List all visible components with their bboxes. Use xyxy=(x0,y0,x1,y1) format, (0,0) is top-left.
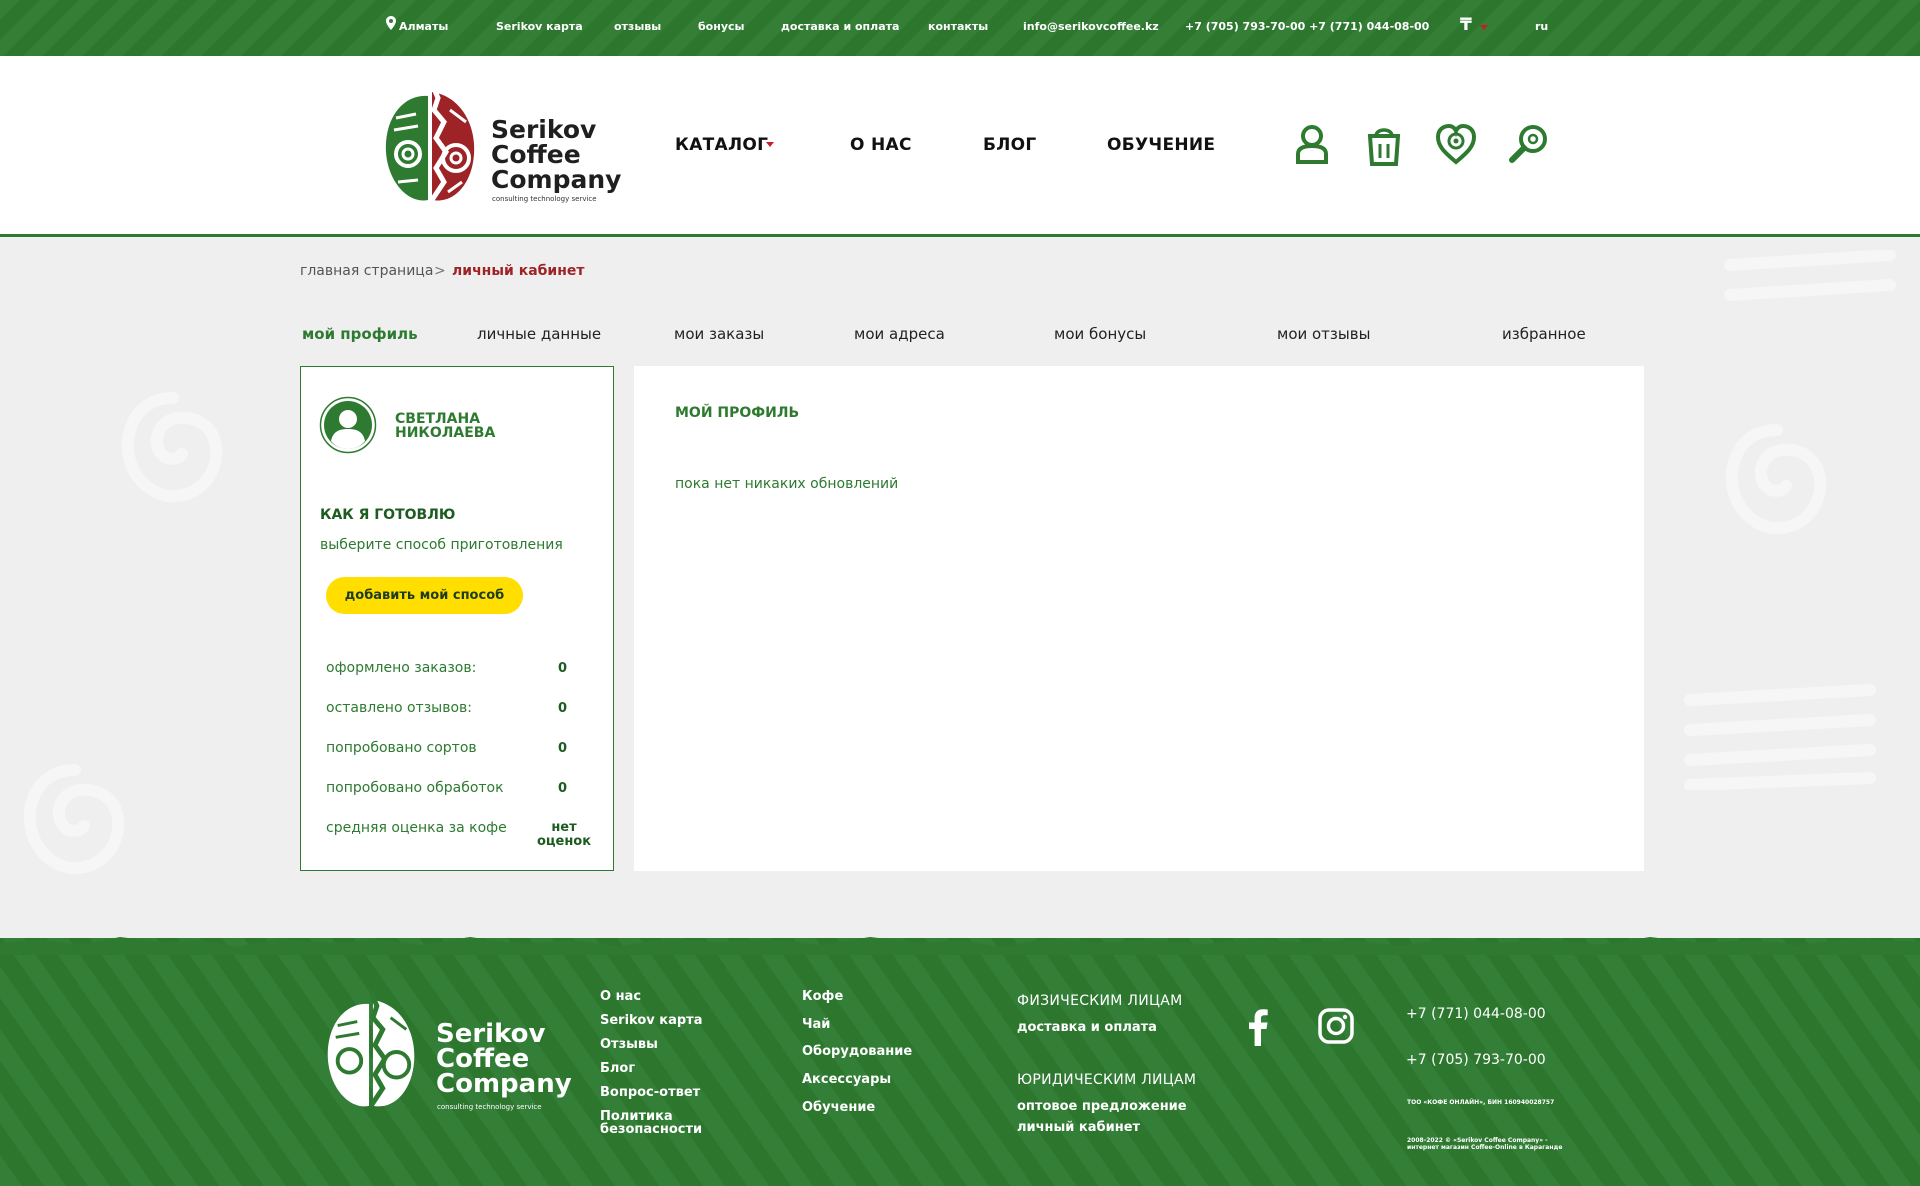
language-selector[interactable]: ru xyxy=(1535,20,1548,33)
currency-selector[interactable]: ₸ xyxy=(1460,15,1472,35)
background-swirl-decoration xyxy=(1725,424,1827,535)
tab-favorites[interactable]: избранное xyxy=(1502,325,1586,343)
footer-company-info: ТОО «КОФЕ ОНЛАЙН», БИН 160940028757 xyxy=(1407,1099,1555,1106)
footer-link-equipment[interactable]: Оборудование xyxy=(802,1045,912,1058)
tab-my-reviews[interactable]: мои отзывы xyxy=(1277,325,1370,343)
background-swirl-decoration xyxy=(121,392,223,503)
footer-copyright: 2008-2022 © «Serikov Coffee Company» - и… xyxy=(1407,1137,1563,1151)
stat-label-processings: попробовано обработок xyxy=(326,780,504,796)
topbar-link-delivery[interactable]: доставка и оплата xyxy=(781,20,899,33)
logo-tagline: consulting technology service xyxy=(492,195,597,203)
logo-mark-icon[interactable] xyxy=(380,82,480,208)
site-header: Serikov Coffee Company consulting techno… xyxy=(0,56,1920,237)
breadcrumb-home[interactable]: главная страница xyxy=(300,263,433,279)
topbar-phones[interactable]: +7 (705) 793-70-00 +7 (771) 044-08-00 xyxy=(1185,20,1429,33)
footer-link-faq[interactable]: Вопрос-ответ xyxy=(600,1086,700,1099)
avatar[interactable] xyxy=(319,396,377,454)
tab-personal-data[interactable]: личные данные xyxy=(477,325,601,343)
how-i-brew-subtitle: выберите способ приготовления xyxy=(320,537,563,553)
footer-link-reviews[interactable]: Отзывы xyxy=(600,1038,658,1051)
catalog-caret-icon xyxy=(766,142,774,147)
how-i-brew-title: КАК Я ГОТОВЛЮ xyxy=(320,507,456,523)
facebook-icon[interactable] xyxy=(1248,1008,1268,1046)
footer-logo-text[interactable]: Serikov Coffee Company xyxy=(436,1021,572,1097)
topbar-link-map[interactable]: Serikov карта xyxy=(496,20,583,33)
nav-catalog[interactable]: КАТАЛОГ xyxy=(675,135,768,155)
footer-link-map[interactable]: Serikov карта xyxy=(600,1014,702,1027)
footer-link-account[interactable]: личный кабинет xyxy=(1017,1121,1140,1134)
city-selector[interactable]: Алматы xyxy=(399,20,448,33)
footer-logo-tagline: consulting technology service xyxy=(437,1103,542,1111)
stat-label-varieties: попробовано сортов xyxy=(326,740,477,756)
footer-logo-mark-icon[interactable] xyxy=(322,988,420,1116)
topbar-link-contacts[interactable]: контакты xyxy=(928,20,988,33)
footer-link-accessories[interactable]: Аксессуары xyxy=(802,1073,891,1086)
tab-my-bonuses[interactable]: мои бонусы xyxy=(1054,325,1146,343)
background-stripes-decoration xyxy=(1684,684,1876,790)
tab-my-orders[interactable]: мои заказы xyxy=(674,325,764,343)
stat-value-reviews: 0 xyxy=(557,701,568,716)
top-bar: Алматы Serikov карта отзывы бонусы доста… xyxy=(0,0,1920,56)
breadcrumb-separator: > xyxy=(434,263,446,279)
footer-link-tea[interactable]: Чай xyxy=(802,1018,830,1031)
topbar-link-bonuses[interactable]: бонусы xyxy=(698,20,744,33)
topbar-link-reviews[interactable]: отзывы xyxy=(614,20,661,33)
stat-value-average-rating: нет оценок xyxy=(536,820,592,849)
empty-feed-message: пока нет никаких обновлений xyxy=(675,476,899,492)
background-stripes-decoration xyxy=(1724,250,1896,301)
background-swirl-decoration xyxy=(23,764,125,875)
stat-label-reviews: оставлено отзывов: xyxy=(326,700,472,716)
footer-link-wholesale[interactable]: оптовое предложение xyxy=(1017,1100,1187,1113)
nav-blog[interactable]: БЛОГ xyxy=(983,135,1037,155)
tab-my-addresses[interactable]: мои адреса xyxy=(854,325,945,343)
topbar-email[interactable]: info@serikovcoffee.kz xyxy=(1023,20,1159,33)
footer-link-delivery[interactable]: доставка и оплата xyxy=(1017,1021,1157,1034)
profile-feed-panel xyxy=(634,366,1644,871)
footer-torn-edge xyxy=(0,937,1920,955)
footer-legal-title: ЮРИДИЧЕСКИМ ЛИЦАМ xyxy=(1017,1072,1197,1088)
stat-label-orders: оформлено заказов: xyxy=(326,660,477,676)
search-icon[interactable] xyxy=(1506,122,1550,166)
footer-link-coffee[interactable]: Кофе xyxy=(802,990,843,1003)
user-name: СВЕТЛАНА НИКОЛАЕВА xyxy=(395,411,496,441)
footer-link-blog[interactable]: Блог xyxy=(600,1062,635,1075)
favorites-heart-icon[interactable] xyxy=(1434,122,1478,166)
account-icon[interactable] xyxy=(1290,122,1334,166)
site-footer xyxy=(0,938,1920,1186)
footer-link-about[interactable]: О нас xyxy=(600,990,641,1003)
breadcrumb-current: личный кабинет xyxy=(452,263,585,279)
stat-value-orders: 0 xyxy=(557,661,568,676)
footer-individuals-title: ФИЗИЧЕСКИМ ЛИЦАМ xyxy=(1017,993,1183,1009)
stat-label-average-rating: средняя оценка за кофе xyxy=(326,820,507,836)
nav-about[interactable]: О НАС xyxy=(850,135,912,155)
instagram-icon[interactable] xyxy=(1318,1008,1354,1044)
footer-link-privacy[interactable]: Политика безопасности xyxy=(600,1110,702,1136)
currency-caret-icon xyxy=(1480,25,1488,30)
location-pin-icon xyxy=(386,16,396,30)
logo-text[interactable]: Serikov Coffee Company xyxy=(491,117,621,192)
nav-training[interactable]: ОБУЧЕНИЕ xyxy=(1107,135,1215,155)
stat-value-processings: 0 xyxy=(557,781,568,796)
add-brew-method-button[interactable]: добавить мой способ xyxy=(326,577,523,614)
footer-link-training[interactable]: Обучение xyxy=(802,1101,875,1114)
footer-phone-2[interactable]: +7 (705) 793-70-00 xyxy=(1406,1052,1546,1068)
tab-my-profile[interactable]: мой профиль xyxy=(302,325,418,343)
footer-phone-1[interactable]: +7 (771) 044-08-00 xyxy=(1406,1006,1546,1022)
stat-value-varieties: 0 xyxy=(557,741,568,756)
cart-bag-icon[interactable] xyxy=(1362,122,1406,166)
panel-title: МОЙ ПРОФИЛЬ xyxy=(675,405,800,421)
